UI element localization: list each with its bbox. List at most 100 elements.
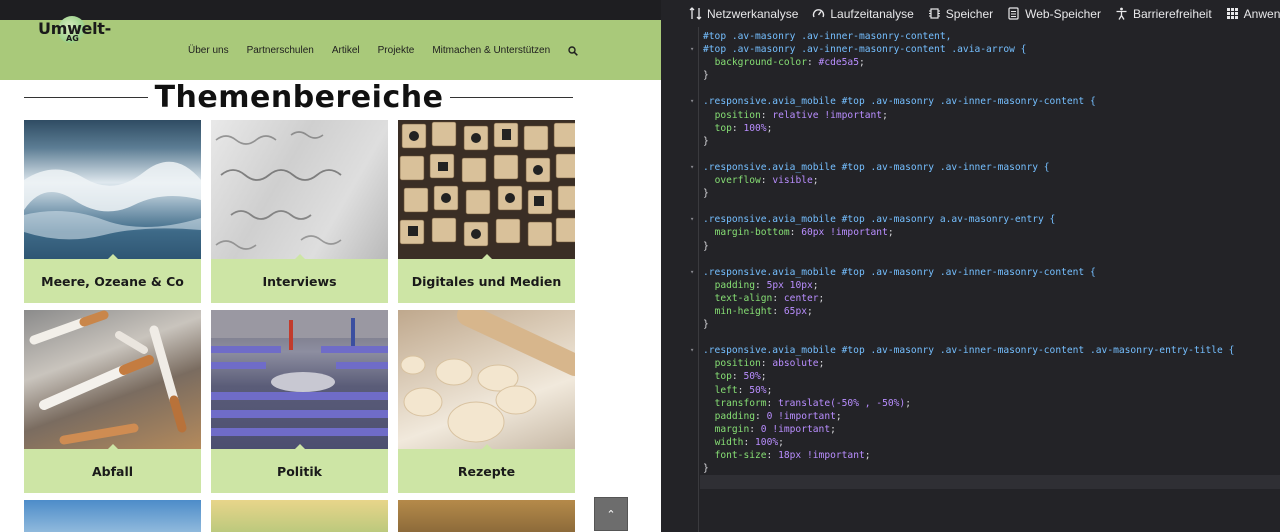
code-line: } [703, 463, 709, 475]
devtools-panel: Netzwerkanalyse Laufzeitanalyse Speicher… [661, 0, 1280, 532]
css-value: relative !important [772, 109, 883, 121]
nav-item-partnerschulen[interactable]: Partnerschulen [247, 45, 314, 56]
code-line: position: absolute; [714, 358, 825, 370]
devtools-tabbar: Netzwerkanalyse Laufzeitanalyse Speicher… [661, 0, 1280, 27]
media-icon-blocks-image [398, 120, 575, 259]
search-icon[interactable] [568, 45, 578, 56]
tab-label: Web-Speicher [1025, 6, 1101, 21]
code-line: margin: 0 !important; [714, 423, 836, 435]
code-line: position: relative !important; [714, 109, 888, 121]
tile-caption: Meere, Ozeane & Co [24, 259, 201, 303]
collapse-arrow-icon[interactable]: ▾ [690, 344, 694, 357]
tile-caption: Politik [211, 449, 388, 493]
css-property: margin-bottom [714, 227, 790, 239]
tab-netzwerkanalyse[interactable]: Netzwerkanalyse [689, 7, 798, 21]
tile-partial-2[interactable] [211, 500, 388, 532]
handwritten-text-image [211, 120, 388, 259]
css-property: top [714, 371, 732, 383]
tile-caption: Rezepte [398, 449, 575, 493]
tab-laufzeitanalyse[interactable]: Laufzeitanalyse [812, 6, 914, 21]
application-icon [1226, 8, 1238, 19]
css-selector: .responsive.avia_mobile #top .av-masonry… [703, 214, 1056, 226]
code-line: ▾ .responsive.avia_mobile #top .av-masonr… [690, 266, 1280, 279]
parliament-hall-image [211, 310, 388, 449]
code-line: top: 50%; [714, 371, 767, 383]
tile-caption: Abfall [24, 449, 201, 493]
tile-politik[interactable]: Politik [211, 310, 388, 493]
code-line: } [703, 240, 709, 252]
css-selector: .responsive.avia_mobile #top .av-masonry… [703, 96, 1096, 108]
nav-item-mitmachen[interactable]: Mitmachen & Unterstützen [432, 45, 550, 56]
scroll-to-top-button[interactable]: ⌃ [594, 497, 628, 531]
tile-interviews[interactable]: Interviews [211, 120, 388, 303]
code-line: padding: 5px 10px; [714, 279, 819, 291]
section-title: Themenbereiche [154, 80, 444, 115]
code-line: min-height: 65px; [714, 305, 813, 317]
tile-partial-3[interactable] [398, 500, 575, 532]
code-line: width: 100%; [714, 436, 784, 448]
css-property: width [714, 436, 744, 448]
collapse-arrow-icon[interactable]: ▾ [690, 266, 694, 279]
css-property: padding [714, 410, 755, 422]
browser-top-strip [0, 0, 661, 20]
css-value: #cde5a5 [818, 57, 859, 69]
code-line: ▾ .responsive.avia_mobile #top .av-masonr… [690, 161, 1280, 174]
tab-label: Anwendung [1243, 6, 1280, 21]
collapse-arrow-icon[interactable]: ▾ [690, 161, 694, 174]
css-value: absolute [772, 358, 819, 370]
nav-item-ueber-uns[interactable]: Über uns [188, 45, 229, 56]
css-value: 50% [749, 384, 767, 396]
css-value: 60px !important [801, 227, 888, 239]
css-value: 0 !important [760, 423, 831, 435]
tile-digitales-medien[interactable]: Digitales und Medien [398, 120, 575, 303]
heading-divider-left [24, 97, 148, 98]
nav-item-artikel[interactable]: Artikel [332, 45, 360, 56]
main-nav: Über uns Partnerschulen Artikel Projekte… [188, 45, 578, 56]
collapse-arrow-icon[interactable]: ▾ [690, 95, 694, 108]
tile-partial-1[interactable] [24, 500, 201, 532]
tile-rezepte[interactable]: Rezepte [398, 310, 575, 493]
css-property: top [714, 122, 732, 134]
code-line: transform: translate(-50% , -50%); [714, 397, 911, 409]
collapse-arrow-icon[interactable]: ▾ [690, 213, 694, 226]
accessibility-icon [1116, 7, 1127, 20]
tile-meere-ozeane[interactable]: Meere, Ozeane & Co [24, 120, 201, 303]
css-value: visible [772, 175, 813, 187]
code-line: } [703, 188, 709, 200]
section-heading: Themenbereiche [0, 80, 600, 118]
css-selector: .responsive.avia_mobile #top .av-masonry… [703, 161, 1050, 173]
tab-label: Laufzeitanalyse [830, 6, 914, 21]
css-value: 5px 10px [766, 279, 813, 291]
tab-label: Barrierefreiheit [1132, 6, 1212, 21]
tile-abfall[interactable]: Abfall [24, 310, 201, 493]
code-line: ▾ #top .av-masonry .av-inner-masonry-cont… [690, 43, 1280, 56]
tab-anwendung[interactable]: Anwendung [1226, 7, 1280, 21]
css-selector: #top .av-masonry .av-inner-masonry-conte… [703, 31, 952, 42]
collapse-arrow-icon[interactable]: ▾ [690, 43, 694, 56]
code-line: background-color: #cde5a5; [714, 57, 865, 69]
nav-item-projekte[interactable]: Projekte [378, 45, 415, 56]
css-property: transform [714, 397, 767, 409]
storage-icon [1008, 7, 1019, 20]
performance-icon [813, 9, 825, 18]
code-line: } [703, 135, 709, 147]
css-property: background-color [714, 57, 807, 69]
code-line: } [703, 70, 709, 82]
tile-caption: Interviews [211, 259, 388, 303]
dough-rolling-pin-image [398, 310, 575, 449]
code-line: top: 100%; [714, 122, 773, 134]
code-line: left: 50%; [714, 384, 773, 396]
cigarette-butts-image [24, 310, 201, 449]
css-value: translate(-50% , -50%) [778, 397, 906, 409]
tab-web-speicher[interactable]: Web-Speicher [1007, 7, 1101, 21]
ocean-waves-image [24, 120, 201, 259]
tab-barrierefreiheit[interactable]: Barrierefreiheit [1115, 7, 1212, 21]
css-property: text-align [714, 292, 773, 304]
css-editor[interactable]: #top .av-masonry .av-inner-masonry-conte… [690, 30, 1280, 475]
tab-speicher[interactable]: Speicher [928, 7, 993, 21]
editor-active-line[interactable] [700, 475, 1280, 489]
css-property: padding [714, 279, 755, 291]
css-selector: .responsive.avia_mobile #top .av-masonry… [703, 266, 1096, 278]
